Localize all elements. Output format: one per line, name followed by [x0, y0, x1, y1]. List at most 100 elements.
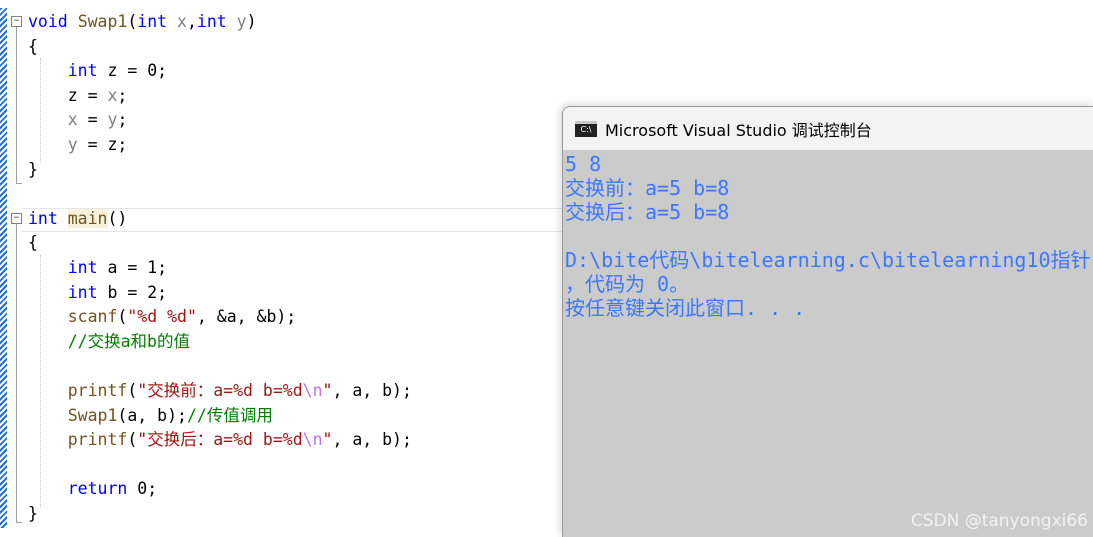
code-token: } [28, 503, 38, 523]
code-token: z = 0; [97, 61, 168, 81]
code-line[interactable]: { [28, 231, 412, 256]
code-token: int [67, 61, 98, 81]
code-line[interactable]: int z = 0; [28, 59, 412, 84]
code-token: x [177, 12, 187, 31]
code-token: y [107, 110, 118, 130]
code-token: " [322, 380, 333, 400]
change-tracking-bar [0, 8, 7, 528]
code-token: 0; [127, 479, 158, 499]
code-token: { [28, 233, 38, 253]
code-line[interactable]: //交换a和b的值 [28, 330, 412, 355]
code-token: } [28, 159, 38, 179]
code-token: "交换前：a=%d b=%d [137, 380, 303, 400]
collapse-main-icon[interactable]: − [11, 213, 22, 224]
code-token: Swap1 [67, 405, 118, 425]
code-line[interactable]: void Swap1(int x,int y) [28, 10, 412, 35]
code-line[interactable]: x = y; [28, 108, 412, 133]
code-token: main [67, 208, 108, 228]
fold-line [16, 224, 17, 522]
code-line[interactable] [28, 354, 412, 379]
console-line: 5 8 [565, 152, 602, 176]
code-token: , [186, 12, 197, 31]
console-titlebar[interactable]: C:\ Microsoft Visual Studio 调试控制台 [563, 107, 1093, 150]
code-line[interactable] [28, 453, 412, 478]
code-token: //传值调用 [186, 405, 273, 425]
code-line[interactable]: return 0; [28, 477, 412, 502]
code-line[interactable]: } [28, 158, 412, 183]
code-line[interactable]: } [28, 502, 412, 527]
fold-end [16, 183, 22, 184]
console-output: 5 8 交换前：a=5 b=8 交换后：a=5 b=8 D:\bite代码\bitel… [563, 152, 1093, 320]
fold-line [16, 27, 17, 183]
console-line: D:\bite代码\bitelearning.c\bitelearning10指… [565, 248, 1091, 272]
code-line[interactable]: int main() [28, 207, 412, 232]
code-token: int [137, 12, 168, 31]
code-token: int [196, 12, 227, 31]
code-token: \n [302, 430, 323, 450]
code-token: ( [127, 380, 138, 400]
console-app-icon: C:\ [575, 120, 597, 137]
collapse-swap1-icon[interactable]: − [11, 16, 22, 27]
code-line[interactable] [28, 182, 412, 207]
code-line[interactable]: Swap1(a, b);//传值调用 [28, 404, 412, 429]
code-token: b = 2; [97, 282, 168, 302]
code-token: = z; [77, 134, 128, 154]
code-token: int [67, 282, 98, 302]
code-token: = [77, 110, 108, 130]
code-token: { [28, 36, 38, 56]
code-line[interactable]: int a = 1; [28, 256, 412, 281]
code-token: (a, b); [117, 405, 187, 425]
code-token: int [28, 208, 58, 228]
code-token: ) [246, 12, 257, 31]
code-token: y [67, 134, 78, 154]
code-token: z = [28, 85, 108, 105]
code-line[interactable]: z = x; [28, 84, 412, 109]
code-line[interactable]: { [28, 35, 412, 60]
console-line: 按任意键关闭此窗口. . . [565, 296, 806, 320]
code-token: , &a, &b); [196, 307, 297, 327]
code-token: return [67, 479, 128, 499]
code-token: printf [67, 380, 128, 400]
code-token: int [67, 257, 98, 277]
code-token: ( [127, 12, 138, 31]
code-token: void [28, 12, 68, 31]
code-line[interactable]: int b = 2; [28, 281, 412, 306]
code-token: y [236, 12, 247, 31]
code-token: ; [117, 85, 128, 105]
console-line: 交换后：a=5 b=8 [565, 200, 730, 224]
fold-end [16, 522, 22, 523]
console-line: ，代码为 0。 [565, 272, 690, 296]
code-line[interactable]: printf("交换前：a=%d b=%d\n", a, b); [28, 379, 412, 404]
debug-console-window[interactable]: C:\ Microsoft Visual Studio 调试控制台 5 8 交换前… [562, 106, 1093, 537]
code-token: , a, b); [332, 380, 412, 400]
code-token: printf [67, 430, 128, 450]
code-token: //交换a和b的值 [67, 331, 190, 351]
code-token: "%d %d" [127, 307, 197, 327]
code-token: a = 1; [97, 257, 168, 277]
code-line[interactable]: y = z; [28, 133, 412, 158]
code-line[interactable]: printf("交换后：a=%d b=%d\n", a, b); [28, 428, 412, 453]
code-line[interactable]: scanf("%d %d", &a, &b); [28, 305, 412, 330]
code-token: x [107, 85, 118, 105]
code-token: " [322, 430, 333, 450]
code-token: ( [127, 430, 138, 450]
code-token: ( [117, 307, 128, 327]
console-line: 交换前：a=5 b=8 [565, 176, 730, 200]
source-code[interactable]: void Swap1(int x,int y){ int z = 0; z = … [28, 10, 412, 526]
code-token: () [107, 208, 128, 228]
watermark: CSDN @tanyongxi66 [910, 511, 1088, 531]
